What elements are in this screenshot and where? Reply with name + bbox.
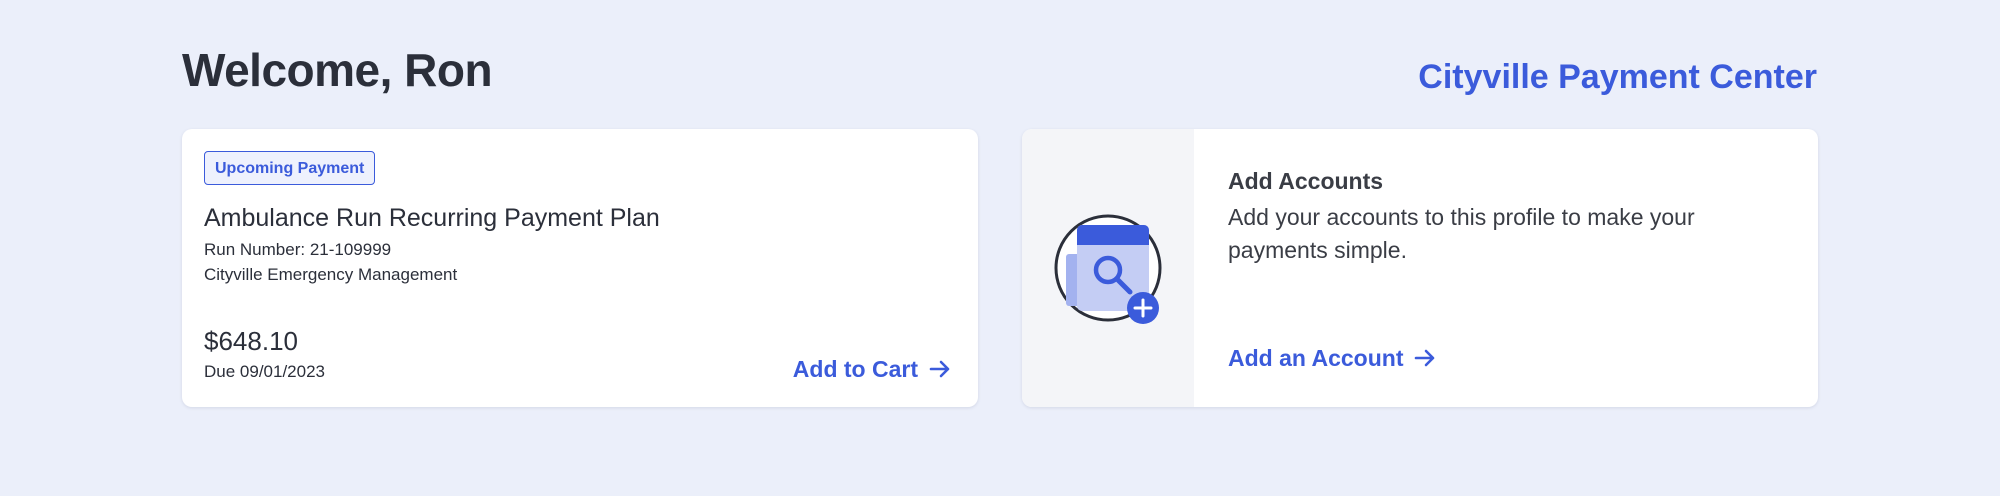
add-to-cart-button[interactable]: Add to Cart [793,354,952,384]
run-number: Run Number: 21-109999 [204,240,392,259]
arrow-right-icon [928,357,952,381]
add-accounts-card: Add Accounts Add your accounts to this p… [1022,129,1818,407]
upcoming-payment-card: Upcoming Payment Ambulance Run Recurring… [182,129,978,407]
organization-name: Cityville Emergency Management [204,265,458,284]
add-accounts-search-document-icon [1050,206,1170,326]
payment-plan-title: Ambulance Run Recurring Payment Plan [204,204,660,232]
add-accounts-title: Add Accounts [1228,168,1384,194]
payment-amount: $648.10 [204,326,298,356]
add-account-label: Add an Account [1228,345,1404,371]
upcoming-payment-badge: Upcoming Payment [204,151,376,185]
due-date: Due 09/01/2023 [204,362,325,381]
arrow-right-icon [1413,346,1437,370]
add-to-cart-label: Add to Cart [792,356,918,382]
brand-title: Cityville Payment Center [1418,58,1817,96]
add-accounts-description: Add your accounts to this profile to mak… [1228,204,1695,263]
add-account-button[interactable]: Add an Account [1228,343,1437,373]
illustration-panel [1022,129,1194,407]
page-title: Welcome, Ron [182,44,493,96]
